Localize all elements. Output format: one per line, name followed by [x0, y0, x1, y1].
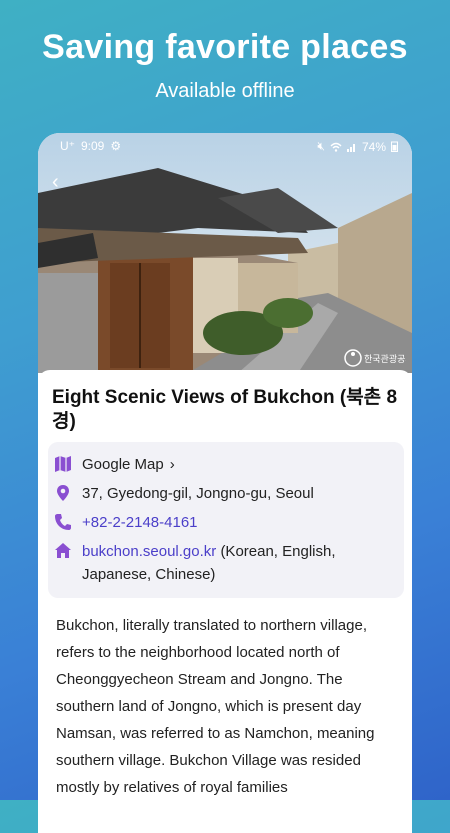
phone-screen: U⁺ 9:09 ⚙ 🔇︎ 74% ‹ 한국관광공사 Eight Scenic V… — [38, 133, 412, 833]
back-arrow-icon[interactable]: ‹ — [52, 171, 59, 194]
phone-row[interactable]: +82-2-2148-4161 — [54, 511, 394, 534]
place-detail-card: Eight Scenic Views of Bukchon (북촌 8경) Go… — [38, 370, 412, 833]
battery-icon — [391, 141, 398, 152]
map-icon — [55, 456, 71, 472]
wifi-icon — [330, 142, 342, 152]
place-description: Bukchon, literally translated to norther… — [56, 617, 375, 796]
carrier-label: U⁺ — [60, 139, 75, 153]
google-map-label[interactable]: Google Map — [82, 453, 164, 476]
website-link[interactable]: bukchon.seoul.go.kr — [82, 543, 216, 560]
svg-text:한국관광공사: 한국관광공사 — [364, 353, 406, 365]
address-text: 37, Gyedong-gil, Jongno-gu, Seoul — [82, 485, 314, 502]
phone-icon — [55, 514, 71, 530]
place-photo — [38, 133, 412, 373]
website-row: bukchon.seoul.go.kr (Korean, English, Ja… — [54, 540, 394, 586]
status-time: 9:09 — [81, 139, 105, 153]
signal-icon — [346, 143, 355, 152]
promo-title: Saving favorite places — [42, 28, 408, 66]
promo-subtitle: Available offline — [155, 80, 295, 102]
chevron-right-icon: › — [169, 456, 175, 473]
home-icon — [55, 543, 71, 558]
address-row: 37, Gyedong-gil, Jongno-gu, Seoul — [54, 482, 394, 505]
phone-link[interactable]: +82-2-2148-4161 — [82, 511, 198, 534]
place-title: Eight Scenic Views of Bukchon (북촌 8경) — [52, 387, 398, 432]
google-map-link[interactable]: Google Map › — [54, 453, 394, 476]
info-box: Google Map › 37, Gyedong-gil, Jongno-gu,… — [48, 442, 404, 598]
battery-level: 74% — [361, 139, 386, 154]
location-pin-icon — [57, 485, 69, 501]
mute-icon: 🔇︎ — [317, 139, 325, 153]
settings-gear-icon: ⚙ — [110, 139, 122, 153]
status-bar: U⁺ 9:09 ⚙ 🔇︎ 74% — [38, 133, 412, 159]
